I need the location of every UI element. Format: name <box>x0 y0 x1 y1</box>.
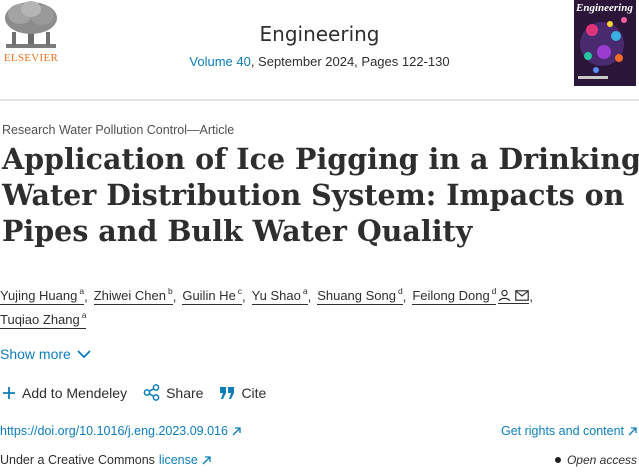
external-link-icon <box>232 426 241 435</box>
cite-label: Cite <box>241 384 267 401</box>
journal-cover-image[interactable]: Engineering <box>574 0 636 86</box>
share-label: Share <box>166 384 204 401</box>
author-separator: , <box>84 288 88 304</box>
doi-text: https://doi.org/10.1016/j.eng.2023.09.01… <box>0 424 228 438</box>
author-affiliation: d <box>491 285 497 296</box>
author-name: Guilin He <box>182 287 236 303</box>
cite-button[interactable]: Cite <box>219 385 266 401</box>
author-affiliation: a <box>81 309 87 320</box>
open-access-badge: Open access <box>554 453 637 467</box>
license-link[interactable]: license <box>159 453 198 467</box>
author-affiliation: a <box>302 285 308 296</box>
rights-text: Get rights and content <box>501 424 624 438</box>
open-access-dot-icon <box>554 457 561 463</box>
author-name: Yu Shao <box>251 287 301 303</box>
open-access-label: Open access <box>566 453 637 467</box>
envelope-icon <box>515 289 530 301</box>
author-separator: , <box>172 288 177 304</box>
cover-journal-title: Engineering <box>576 2 633 14</box>
corresponding-author-icons[interactable] <box>498 289 530 304</box>
header-divider <box>0 99 639 101</box>
share-button[interactable]: Share <box>143 384 203 401</box>
author-link[interactable]: Zhiwei Chen b <box>93 285 173 305</box>
external-link-icon <box>628 426 637 435</box>
show-more-button[interactable]: Show more <box>0 346 91 362</box>
article-type: Research Water Pollution Control—Article <box>2 123 235 137</box>
volume-link[interactable]: Volume 40 <box>189 54 250 69</box>
article-actions: Add to Mendeley Share Cite <box>2 384 282 401</box>
rights-link[interactable]: Get rights and content <box>501 424 637 438</box>
author-affiliation: d <box>397 285 403 296</box>
article-title-line: Pipes and Bulk Water Quality <box>2 214 473 248</box>
author-affiliation: a <box>79 285 85 296</box>
plus-icon <box>3 386 15 399</box>
author-link[interactable]: Yu Shao a <box>251 285 308 305</box>
person-icon <box>499 289 511 301</box>
author-separator: , <box>307 288 312 304</box>
show-more-label: Show more <box>0 346 71 362</box>
journal-title[interactable]: Engineering <box>0 22 639 46</box>
add-to-mendeley-label: Add to Mendeley <box>22 384 128 401</box>
article-title-line: Water Distribution System: Impacts on <box>2 178 625 212</box>
share-icon <box>143 384 160 401</box>
article-title-line: Application of Ice Pigging in a Drinking <box>2 142 639 176</box>
license-statement: Under a Creative Commons license <box>0 453 211 467</box>
author-affiliation: b <box>167 285 173 296</box>
add-to-mendeley-button[interactable]: Add to Mendeley <box>2 385 127 401</box>
author-separator: , <box>402 288 407 304</box>
author-separator: , <box>242 288 246 304</box>
issue-details: , September 2024, Pages 122-130 <box>250 54 450 69</box>
author-name: Yujing Huang <box>0 287 78 303</box>
author-link[interactable]: Guilin He c <box>182 285 243 305</box>
journal-issue-info: Volume 40, September 2024, Pages 122-130 <box>0 54 639 69</box>
author-separator: , <box>529 288 534 304</box>
author-name: Shuang Song <box>317 287 396 303</box>
author-name: Zhiwei Chen <box>93 287 166 303</box>
author-link[interactable]: Yujing Huang a <box>0 285 85 305</box>
license-prefix: Under a Creative Commons <box>0 453 155 467</box>
author-link[interactable]: Feilong Dong d <box>412 285 497 305</box>
author-name: Feilong Dong <box>412 287 490 303</box>
author-affiliation: c <box>237 285 243 296</box>
author-name: Tuqiao Zhang <box>0 311 80 327</box>
doi-link[interactable]: https://doi.org/10.1016/j.eng.2023.09.01… <box>0 424 241 438</box>
author-list: Yujing Huang a, Zhiwei Chen b, Guilin He c,… <box>0 284 625 332</box>
quote-icon <box>220 386 235 399</box>
author-link[interactable]: Tuqiao Zhang a <box>0 309 87 329</box>
journal-header: ELSEVIER Engineering Volume 40, Septembe… <box>0 0 639 100</box>
external-link-icon <box>202 455 211 464</box>
author-link[interactable]: Shuang Song d <box>317 285 403 305</box>
chevron-down-icon <box>77 349 91 358</box>
article-title: Application of Ice Pigging in a Drinking… <box>2 141 639 249</box>
